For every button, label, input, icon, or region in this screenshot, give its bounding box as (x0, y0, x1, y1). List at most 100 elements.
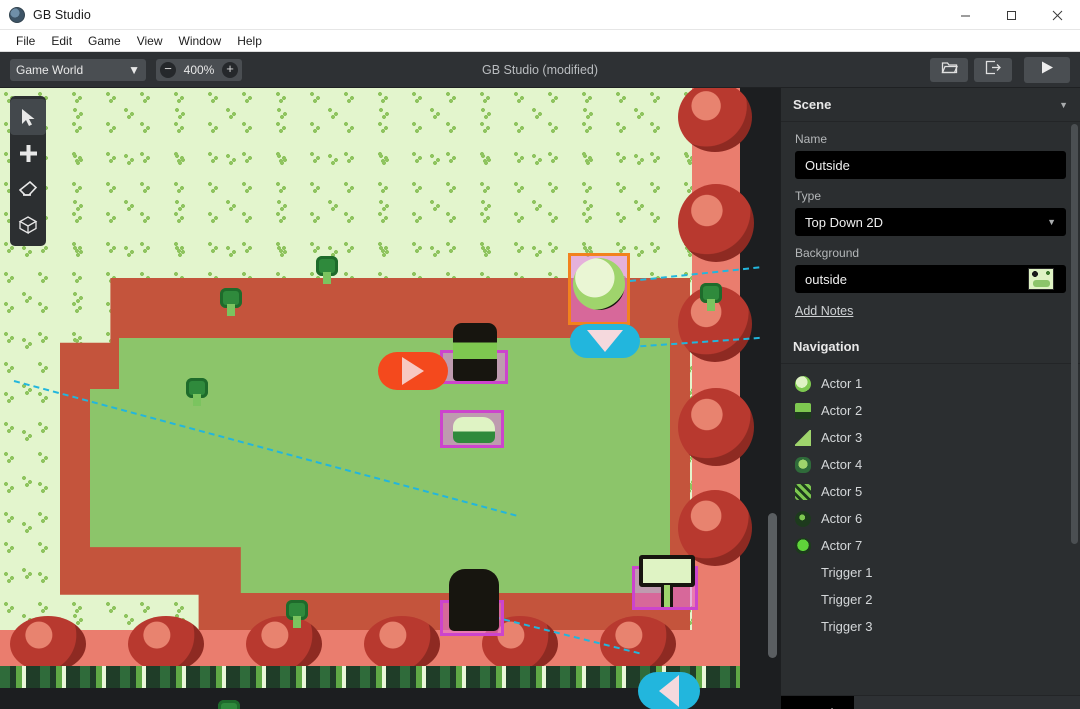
tiles-tool[interactable] (10, 207, 46, 243)
scene-section-header[interactable]: Scene ▼ (781, 88, 1080, 122)
cliff-right (678, 88, 754, 688)
minimize-button[interactable] (942, 0, 988, 30)
scene-start-marker[interactable] (378, 352, 448, 390)
triangle-right-icon (402, 357, 424, 385)
menu-view[interactable]: View (129, 31, 171, 51)
main-area: Scene ▼ Name Outside Type Top Down 2D ▼ … (0, 88, 1080, 709)
window-titlebar: GB Studio (0, 0, 1080, 30)
hero-sprite-icon (453, 323, 497, 381)
scene-background-select[interactable]: outside (795, 265, 1066, 293)
scene-type-value: Top Down 2D (805, 214, 884, 230)
menu-file[interactable]: File (8, 31, 43, 51)
rock-icon (128, 616, 204, 672)
run-game-button[interactable] (1024, 56, 1070, 83)
menu-help[interactable]: Help (229, 31, 270, 51)
export-project-button[interactable] (974, 57, 1012, 82)
actor-sprite-icon (795, 537, 811, 554)
navigation-section-header[interactable]: Navigation (781, 330, 1080, 364)
maximize-button[interactable] (988, 0, 1034, 30)
add-tool[interactable] (10, 135, 46, 171)
rock-icon (246, 616, 322, 672)
navigation-section-title: Navigation (793, 339, 860, 354)
canvas-vertical-scroll-thumb[interactable] (768, 513, 777, 658)
sign-sprite-icon (795, 402, 811, 419)
nav-item-label: Trigger 3 (821, 619, 873, 634)
tree-icon (218, 700, 240, 709)
bush-band (0, 666, 740, 688)
nav-item-trigger-3[interactable]: Trigger 3 (781, 613, 1080, 640)
menu-edit[interactable]: Edit (43, 31, 80, 51)
nav-item-actor-5[interactable]: Actor 5 (781, 478, 1080, 505)
gb-studio-logo-icon (9, 6, 25, 23)
nav-item-actor-3[interactable]: Actor 3 (781, 424, 1080, 451)
diamond-icon (795, 565, 811, 581)
scene-name-input[interactable]: Outside (795, 151, 1066, 179)
creature-sprite-icon (449, 569, 499, 631)
nav-item-label: Actor 1 (821, 376, 863, 391)
scene-type-select[interactable]: Top Down 2D ▼ (795, 208, 1066, 236)
scene-section-title: Scene (793, 97, 832, 112)
actor-sign[interactable] (632, 555, 698, 610)
triangle-left-icon (659, 675, 679, 707)
actor-duck[interactable] (440, 410, 504, 448)
sign-sprite-icon (639, 555, 695, 587)
export-icon (985, 60, 1002, 80)
actor-hero[interactable] (440, 323, 508, 384)
bush-sprite-icon (573, 258, 625, 310)
actor-sprite-icon (795, 483, 811, 500)
zoom-level-value: 400% (183, 62, 215, 77)
tree-icon (220, 288, 242, 316)
panel-vertical-scrollbar[interactable] (1071, 124, 1078, 684)
on-init-section-header[interactable]: On Init ▼ (781, 695, 1080, 709)
nav-item-label: Actor 4 (821, 457, 863, 472)
open-project-button[interactable] (930, 57, 968, 82)
diamond-icon (795, 592, 811, 608)
nav-item-trigger-2[interactable]: Trigger 2 (781, 586, 1080, 613)
play-icon (1040, 60, 1054, 80)
nav-item-label: Actor 3 (821, 430, 863, 445)
actor-bush[interactable] (568, 253, 630, 325)
nav-item-actor-2[interactable]: Actor 2 (781, 397, 1080, 424)
menu-game[interactable]: Game (80, 31, 129, 51)
scene-canvas[interactable] (0, 88, 780, 709)
tree-icon (316, 256, 338, 284)
trigger-left[interactable] (638, 672, 700, 709)
scene-name-field: Name Outside (781, 122, 1080, 179)
actor-creature[interactable] (440, 569, 504, 636)
canvas-vertical-scrollbar[interactable] (768, 178, 777, 688)
actor-sprite-icon (795, 375, 811, 392)
close-button[interactable] (1034, 0, 1080, 30)
scene-map[interactable] (0, 88, 760, 709)
eraser-tool[interactable] (10, 171, 46, 207)
nav-item-trigger-1[interactable]: Trigger 1 (781, 559, 1080, 586)
scene-background-label: Background (795, 246, 860, 260)
nav-item-actor-4[interactable]: Actor 4 (781, 451, 1080, 478)
panel-vertical-scroll-thumb[interactable] (1071, 124, 1078, 544)
sign-post-icon (661, 585, 673, 607)
diamond-icon (795, 619, 811, 635)
add-notes-link[interactable]: Add Notes (781, 293, 1080, 330)
nav-item-label: Actor 7 (821, 538, 863, 553)
duck-sprite-icon (453, 417, 495, 443)
nav-item-actor-1[interactable]: Actor 1 (781, 370, 1080, 397)
chevron-down-icon[interactable]: ▼ (1059, 100, 1068, 110)
tree-icon (700, 283, 722, 311)
nav-item-actor-7[interactable]: Actor 7 (781, 532, 1080, 559)
zoom-out-button[interactable]: − (160, 61, 176, 78)
select-tool[interactable] (10, 99, 46, 135)
scene-background-field: Background outside (781, 236, 1080, 293)
tree-icon (286, 600, 308, 628)
zoom-in-button[interactable]: + (222, 61, 238, 78)
actor-sprite-icon (795, 456, 811, 473)
on-init-tab[interactable]: On Init (781, 695, 855, 709)
folder-open-icon (941, 60, 958, 80)
menu-window[interactable]: Window (171, 31, 230, 51)
nav-item-actor-6[interactable]: Actor 6 (781, 505, 1080, 532)
rock-icon (678, 184, 754, 262)
chevron-down-icon: ▼ (1047, 217, 1056, 227)
toolbar-actions (930, 56, 1070, 83)
trigger-down[interactable] (570, 324, 640, 358)
cliff-bottom (0, 616, 740, 688)
world-select[interactable]: Game World ▼ (10, 58, 146, 81)
tree-icon (186, 378, 208, 406)
